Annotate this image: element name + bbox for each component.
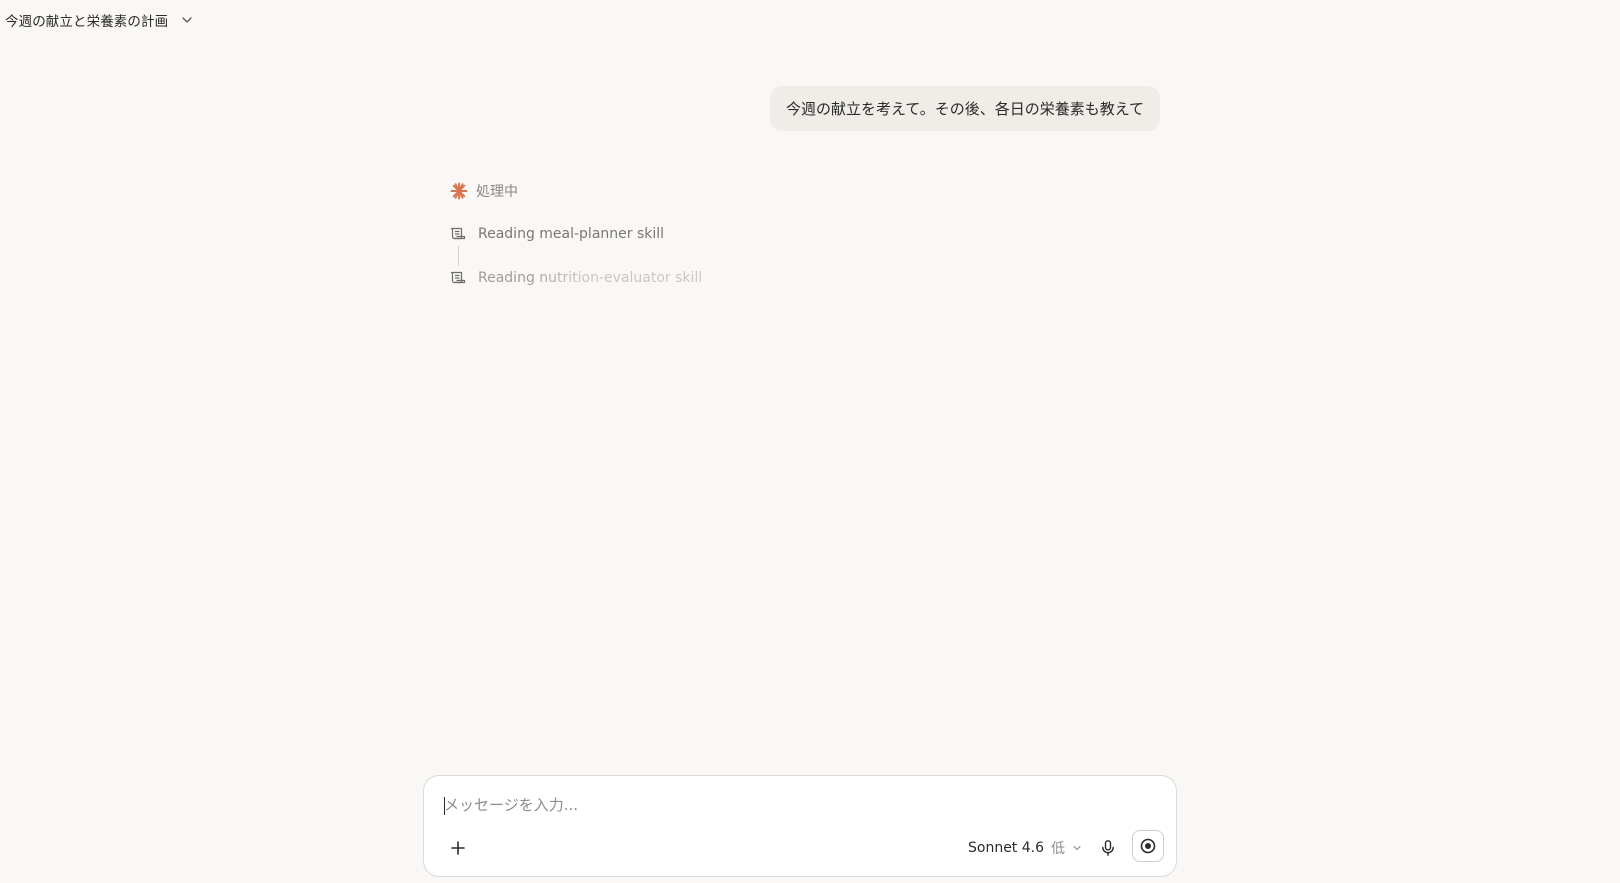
effort-level: 低	[1051, 841, 1066, 857]
tool-steps: Reading meal-planner skill Reading nutri…	[448, 222, 702, 290]
model-selector[interactable]: Sonnet 4.6 低	[968, 836, 1082, 860]
step-item: Reading nutrition-evaluator skill	[448, 266, 702, 290]
chevron-down-icon	[1072, 843, 1082, 853]
microphone-icon	[1099, 839, 1117, 857]
processing-status: 処理中	[450, 181, 518, 201]
conversation-title-dropdown[interactable]: 今週の献立と栄養素の計画	[5, 9, 194, 31]
skill-file-icon	[448, 268, 468, 288]
step-connector	[458, 246, 459, 266]
processing-label: 処理中	[476, 184, 518, 200]
record-icon	[1139, 837, 1157, 855]
voice-input-button[interactable]	[1095, 835, 1121, 861]
text-caret	[444, 797, 445, 815]
chat-page: 今週の献立と栄養素の計画 今週の献立を考えて。その後、各日の栄養素も教えて 処理…	[0, 0, 1620, 883]
voice-mode-button[interactable]	[1132, 830, 1164, 862]
step-item: Reading meal-planner skill	[448, 222, 702, 246]
spark-icon	[450, 182, 468, 200]
conversation-title: 今週の献立と栄養素の計画	[5, 14, 169, 30]
step-label: Reading nutrition-evaluator skill	[478, 270, 703, 286]
user-message-bubble: 今週の献立を考えて。その後、各日の栄養素も教えて	[769, 86, 1160, 131]
message-input[interactable]	[444, 796, 1156, 814]
model-name: Sonnet 4.6	[968, 840, 1045, 856]
plus-icon	[450, 840, 466, 856]
message-composer: Sonnet 4.6 低	[423, 775, 1177, 877]
add-attachment-button[interactable]	[444, 834, 472, 862]
chevron-down-icon	[180, 13, 194, 27]
step-label: Reading meal-planner skill	[478, 226, 665, 242]
skill-file-icon	[448, 224, 468, 244]
